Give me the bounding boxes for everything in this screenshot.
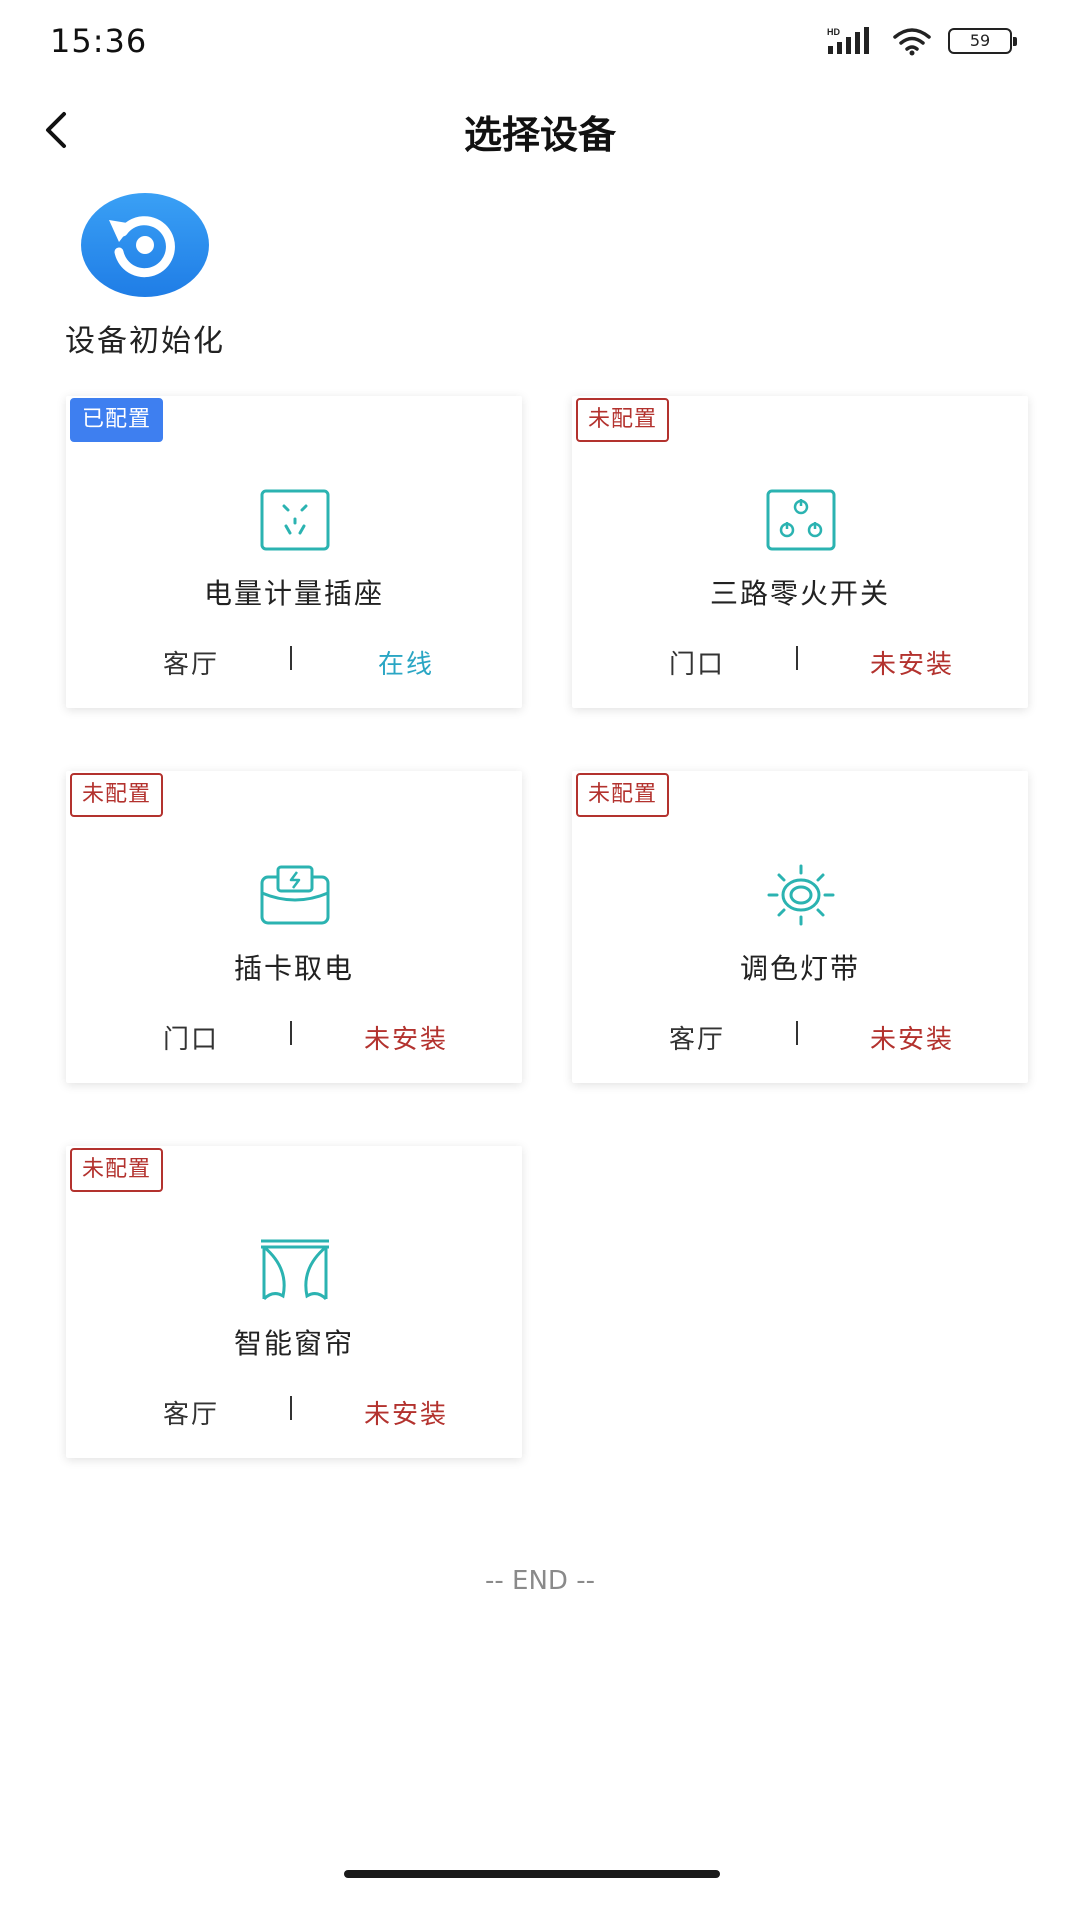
list-end-text: -- END -- bbox=[485, 1566, 595, 1596]
device-location: 客厅 bbox=[668, 1025, 725, 1055]
device-location: 门口 bbox=[162, 1025, 219, 1055]
divider bbox=[290, 646, 292, 670]
config-badge: 已配置 bbox=[70, 398, 164, 442]
device-location: 客厅 bbox=[162, 650, 219, 680]
reset-icon bbox=[81, 193, 209, 297]
device-card-card-power[interactable]: 未配置 插卡取电 门口 未安装 bbox=[66, 771, 522, 1083]
config-badge: 未配置 bbox=[576, 398, 670, 442]
home-indicator[interactable] bbox=[344, 1870, 720, 1878]
wifi-icon bbox=[893, 28, 931, 56]
device-card-socket[interactable]: 已配置 电量计量插座 客厅 在线 bbox=[66, 396, 522, 708]
device-name: 插卡取电 bbox=[233, 952, 354, 985]
card-power-icon bbox=[260, 865, 330, 925]
device-status: 未安装 bbox=[869, 1025, 954, 1055]
device-card-light-strip[interactable]: 未配置 调色灯带 客厅 未安装 bbox=[572, 771, 1028, 1083]
device-location: 门口 bbox=[668, 650, 725, 680]
status-time: 15:36 bbox=[50, 22, 148, 60]
device-status: 在线 bbox=[377, 650, 434, 680]
divider bbox=[290, 1021, 292, 1045]
device-init-label: 设备初始化 bbox=[65, 324, 225, 359]
config-badge: 未配置 bbox=[70, 1148, 164, 1192]
device-status: 未安装 bbox=[363, 1025, 448, 1055]
socket-icon bbox=[260, 489, 330, 551]
network-label: HD bbox=[827, 27, 840, 37]
device-name: 三路零火开关 bbox=[709, 577, 890, 610]
divider bbox=[796, 646, 798, 670]
nav-bar: 选择设备 bbox=[0, 84, 1080, 176]
device-status: 未安装 bbox=[869, 650, 954, 680]
switch-icon bbox=[766, 489, 836, 551]
device-init-button[interactable]: 设备初始化 bbox=[50, 190, 240, 360]
status-icons: HD 59 bbox=[826, 26, 1017, 56]
device-status: 未安装 bbox=[363, 1400, 448, 1430]
light-strip-icon bbox=[767, 864, 835, 926]
device-name: 调色灯带 bbox=[739, 952, 860, 985]
divider bbox=[796, 1021, 798, 1045]
device-name: 电量计量插座 bbox=[203, 577, 384, 610]
battery-indicator: 59 bbox=[948, 28, 1017, 54]
cellular-signal-icon: HD bbox=[827, 27, 869, 54]
config-badge: 未配置 bbox=[576, 773, 670, 817]
device-location: 客厅 bbox=[162, 1400, 219, 1430]
divider bbox=[290, 1396, 292, 1420]
config-badge: 未配置 bbox=[70, 773, 164, 817]
device-card-switch[interactable]: 未配置 三路零火开关 门口 未安装 bbox=[572, 396, 1028, 708]
status-bar: 15:36 HD 59 bbox=[0, 0, 1080, 84]
device-card-curtain[interactable]: 未配置 智能窗帘 客厅 未安装 bbox=[66, 1146, 522, 1458]
curtain-icon bbox=[261, 1239, 329, 1301]
device-name: 智能窗帘 bbox=[233, 1327, 354, 1360]
page-title: 选择设备 bbox=[463, 113, 616, 157]
